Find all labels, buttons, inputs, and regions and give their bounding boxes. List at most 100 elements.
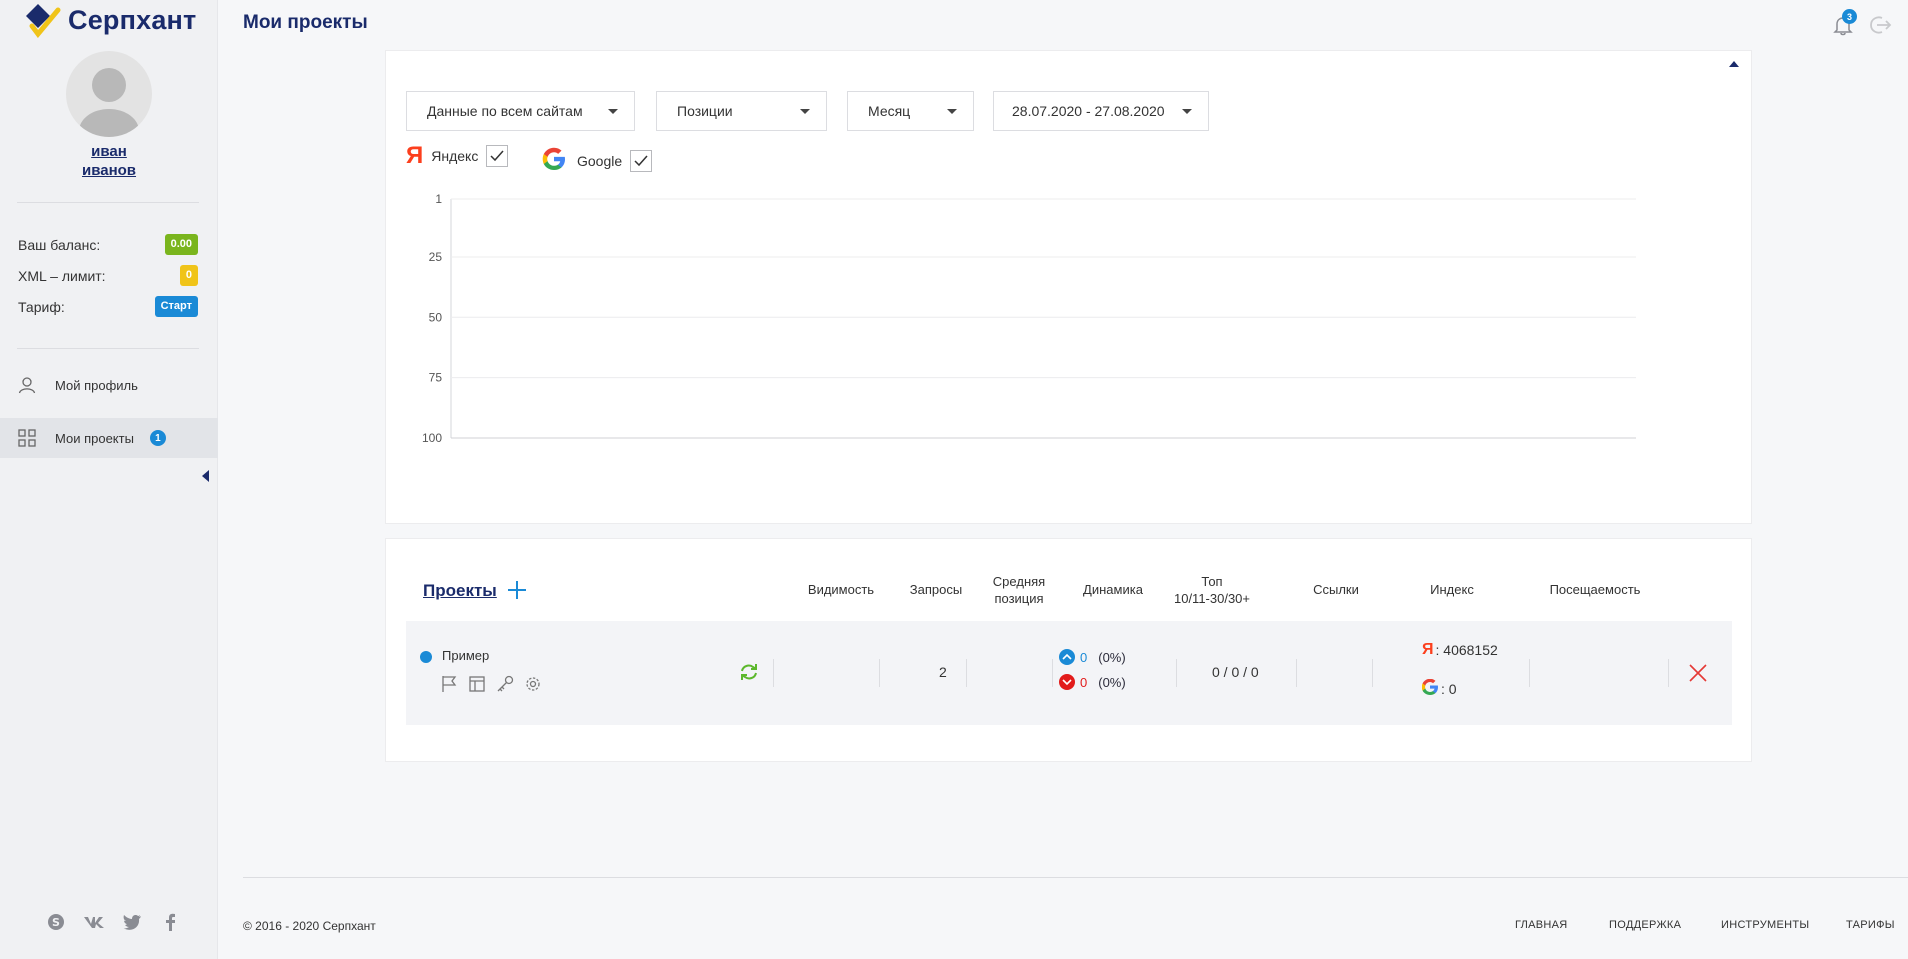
refresh-icon[interactable] xyxy=(738,661,760,683)
dynamics-down-pct: (0%) xyxy=(1098,674,1126,690)
project-name-link[interactable]: Пример xyxy=(442,648,489,663)
vk-icon[interactable] xyxy=(82,910,106,934)
divider xyxy=(773,659,774,687)
add-project-button[interactable] xyxy=(506,579,528,601)
tariff-row: Тариф: Старт xyxy=(18,296,198,317)
date-range-select[interactable]: 28.07.2020 - 27.08.2020 xyxy=(993,91,1209,131)
tariff-badge[interactable]: Старт xyxy=(154,296,198,317)
sidebar: Серпхант иван иванов Ваш баланс: 0.00 XM… xyxy=(0,0,218,959)
sidebar-item-profile[interactable]: Мой профиль xyxy=(0,365,218,405)
project-status-dot xyxy=(420,651,432,663)
collapse-chart-button[interactable] xyxy=(1729,61,1739,67)
logo-mark-icon xyxy=(24,2,62,39)
user-icon xyxy=(18,376,36,394)
chevron-down-icon xyxy=(800,109,810,114)
divider xyxy=(1176,659,1177,687)
index-yandex-value: : 4068152 xyxy=(1435,642,1498,658)
column-top-line1: Топ xyxy=(1201,574,1223,589)
footer-link-support[interactable]: ПОДДЕРЖКА xyxy=(1609,919,1681,931)
yandex-label: Яндекс xyxy=(431,148,479,164)
logo-text: Серпхант xyxy=(68,4,197,35)
yandex-checkbox[interactable] xyxy=(486,145,509,167)
chart-y-tick-label: 50 xyxy=(429,310,443,324)
column-visibility: Видимость xyxy=(807,582,875,597)
column-avg-position: Средняя позиция xyxy=(969,573,1069,607)
column-top-line2: 10/11-30/30+ xyxy=(1173,591,1251,606)
sidebar-collapse-button[interactable] xyxy=(202,470,209,482)
projects-card: Проекты Видимость Запросы Средняя позици… xyxy=(385,538,1752,762)
footer-divider xyxy=(243,877,1908,878)
divider xyxy=(1529,659,1530,687)
google-icon xyxy=(1421,678,1438,698)
dynamics-up-pct: (0%) xyxy=(1098,649,1126,665)
chart-y-tick-label: 25 xyxy=(429,250,443,264)
arrow-down-icon xyxy=(1059,674,1075,690)
footer-link-tools[interactable]: ИНСТРУМЕНТЫ xyxy=(1721,919,1809,931)
page-title: Мои проекты xyxy=(243,12,368,33)
twitter-icon[interactable] xyxy=(120,910,144,934)
divider xyxy=(17,202,199,203)
project-top: 0 / 0 / 0 xyxy=(1212,664,1259,680)
flag-icon[interactable] xyxy=(440,675,458,693)
divider xyxy=(1296,659,1297,687)
sidebar-item-projects[interactable]: Мои проекты 1 xyxy=(0,418,218,458)
chart-grid xyxy=(450,198,1636,439)
xml-limit-badge: 0 xyxy=(179,265,198,286)
chevron-down-icon xyxy=(1182,109,1192,114)
balance-badge: 0.00 xyxy=(164,234,198,255)
google-icon xyxy=(539,144,569,177)
chart-y-tick-label: 1 xyxy=(435,192,442,206)
user-last-name: иванов xyxy=(81,162,137,179)
column-avg-position-line2: позиция xyxy=(994,591,1044,606)
footer-link-tariffs[interactable]: ТАРИФЫ xyxy=(1846,919,1895,931)
avatar[interactable] xyxy=(66,51,152,137)
projects-title-link[interactable]: Проекты xyxy=(423,581,497,601)
chevron-down-icon xyxy=(947,109,957,114)
google-toggle: Google xyxy=(539,144,653,177)
column-index: Индекс xyxy=(1430,582,1474,597)
divider xyxy=(1668,659,1669,687)
positions-chart: 1 25 50 75 100 xyxy=(422,192,1636,445)
user-first-name: иван xyxy=(91,143,127,160)
column-avg-position-line1: Средняя xyxy=(992,574,1046,589)
site-select[interactable]: Данные по всем сайтам xyxy=(406,91,635,131)
yandex-icon: Я xyxy=(406,142,424,169)
settings-icon[interactable] xyxy=(524,675,542,693)
period-select[interactable]: Месяц xyxy=(847,91,974,131)
layout-icon[interactable] xyxy=(468,675,486,693)
balance-row: Ваш баланс: 0.00 xyxy=(18,234,198,255)
google-label: Google xyxy=(577,152,623,169)
arrow-up-icon xyxy=(1059,649,1075,665)
skype-icon[interactable]: S xyxy=(44,910,68,934)
logout-icon[interactable] xyxy=(1868,14,1892,36)
metric-select[interactable]: Позиции xyxy=(656,91,827,131)
column-traffic: Посещаемость xyxy=(1549,582,1641,597)
metric-select-value: Позиции xyxy=(677,103,733,119)
chart-card: Данные по всем сайтам Позиции Месяц 28.0… xyxy=(385,50,1752,524)
date-range-value: 28.07.2020 - 27.08.2020 xyxy=(1012,103,1165,119)
divider xyxy=(966,659,967,687)
user-name-link[interactable]: иван иванов xyxy=(0,142,218,180)
yandex-icon: Я xyxy=(1422,641,1434,658)
divider xyxy=(1372,659,1373,687)
projects-count-badge: 1 xyxy=(149,430,166,446)
xml-limit-row: XML – лимит: 0 xyxy=(18,265,198,286)
google-checkbox[interactable] xyxy=(630,149,653,172)
chart-y-ticks: 1 25 50 75 100 xyxy=(422,192,442,445)
dynamics-down: 0 (0%) xyxy=(1059,674,1126,690)
delete-project-icon[interactable] xyxy=(1688,663,1708,683)
footer-link-home[interactable]: ГЛАВНАЯ xyxy=(1515,919,1568,931)
logo[interactable]: Серпхант xyxy=(24,2,197,39)
yandex-toggle: Я Яндекс xyxy=(406,142,509,169)
social-links: S xyxy=(44,910,182,934)
dynamics-up-value: 0 xyxy=(1080,649,1088,665)
sidebar-item-label: Мои проекты xyxy=(55,430,134,446)
key-icon[interactable] xyxy=(496,675,514,693)
tariff-label: Тариф: xyxy=(18,298,65,315)
svg-text:S: S xyxy=(52,916,60,929)
copyright: © 2016 - 2020 Серпхант xyxy=(243,919,376,933)
divider xyxy=(1052,659,1053,687)
dynamics-down-value: 0 xyxy=(1080,674,1088,690)
facebook-icon[interactable] xyxy=(158,910,182,934)
chevron-down-icon xyxy=(608,109,618,114)
